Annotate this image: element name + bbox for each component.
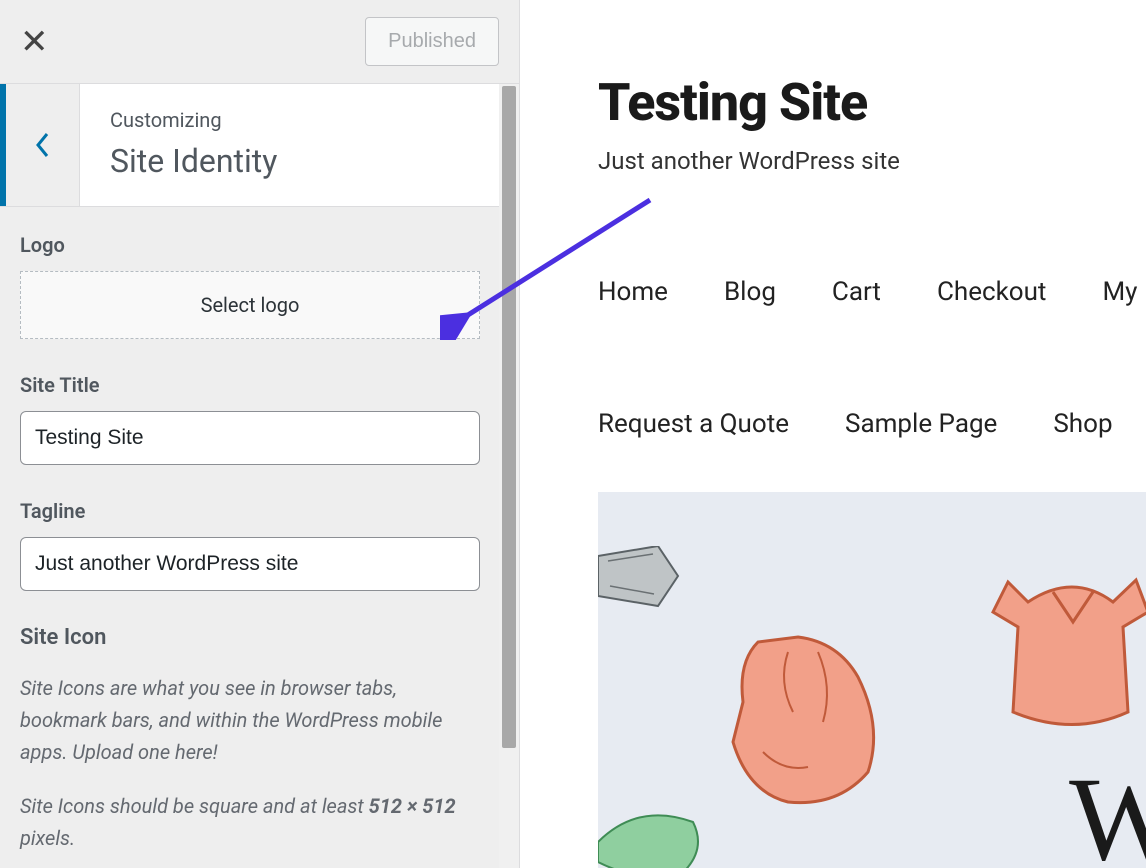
nav-item-blog[interactable]: Blog bbox=[724, 277, 776, 307]
tagline-label: Tagline bbox=[20, 499, 499, 523]
shirt-illustration-grey bbox=[598, 546, 688, 626]
preview-nav-row-2: Request a Quote Sample Page Shop bbox=[520, 409, 1146, 439]
published-button[interactable]: Published bbox=[365, 17, 499, 66]
site-icon-label: Site Icon bbox=[20, 625, 499, 650]
back-button[interactable] bbox=[0, 84, 80, 206]
preview-tagline: Just another WordPress site bbox=[598, 147, 1146, 175]
logo-label: Logo bbox=[20, 233, 499, 257]
nav-item-cart[interactable]: Cart bbox=[832, 277, 881, 307]
nav-item-my[interactable]: My bbox=[1102, 277, 1137, 307]
scroll-thumb[interactable] bbox=[502, 86, 516, 748]
desc2-suffix: pixels. bbox=[20, 826, 75, 850]
nav-item-sample-page[interactable]: Sample Page bbox=[845, 409, 997, 439]
site-icon-description-2: Site Icons should be square and at least… bbox=[20, 790, 480, 854]
preview-hero-text: We bbox=[1069, 750, 1146, 868]
shirt-illustration-salmon-2 bbox=[988, 572, 1146, 742]
select-logo-button[interactable]: Select logo bbox=[20, 271, 480, 339]
site-preview: Testing Site Just another WordPress site… bbox=[520, 0, 1146, 868]
tagline-input[interactable] bbox=[20, 537, 480, 591]
section-title-block: Customizing Site Identity bbox=[80, 84, 519, 206]
nav-item-checkout[interactable]: Checkout bbox=[937, 277, 1046, 307]
preview-hero: We bbox=[598, 492, 1146, 868]
nav-item-request-quote[interactable]: Request a Quote bbox=[598, 409, 789, 439]
panel-body: Logo Select logo Site Title Tagline Site… bbox=[0, 207, 519, 868]
customizer-panel: ✕ Published Customizing Site Identity Lo… bbox=[0, 0, 520, 868]
close-icon[interactable]: ✕ bbox=[20, 22, 49, 62]
nav-item-shop[interactable]: Shop bbox=[1053, 409, 1112, 439]
shirt-illustration-green bbox=[598, 802, 708, 868]
panel-scrollbar[interactable] bbox=[499, 84, 519, 868]
site-title-label: Site Title bbox=[20, 373, 499, 397]
preview-site-title: Testing Site bbox=[598, 72, 1146, 133]
nav-item-home[interactable]: Home bbox=[598, 277, 668, 307]
site-icon-description-1: Site Icons are what you see in browser t… bbox=[20, 672, 480, 768]
preview-header: Testing Site Just another WordPress site bbox=[520, 0, 1146, 175]
desc2-bold: 512 × 512 bbox=[369, 794, 456, 818]
preview-nav-row-1: Home Blog Cart Checkout My bbox=[520, 277, 1146, 307]
section-title: Site Identity bbox=[110, 142, 489, 180]
desc2-prefix: Site Icons should be square and at least bbox=[20, 794, 369, 818]
customizing-label: Customizing bbox=[110, 108, 489, 132]
site-title-input[interactable] bbox=[20, 411, 480, 465]
section-header: Customizing Site Identity bbox=[0, 84, 519, 207]
shirt-illustration-salmon-1 bbox=[728, 632, 888, 812]
customizer-top-bar: ✕ Published bbox=[0, 0, 519, 84]
chevron-left-icon bbox=[33, 130, 53, 160]
